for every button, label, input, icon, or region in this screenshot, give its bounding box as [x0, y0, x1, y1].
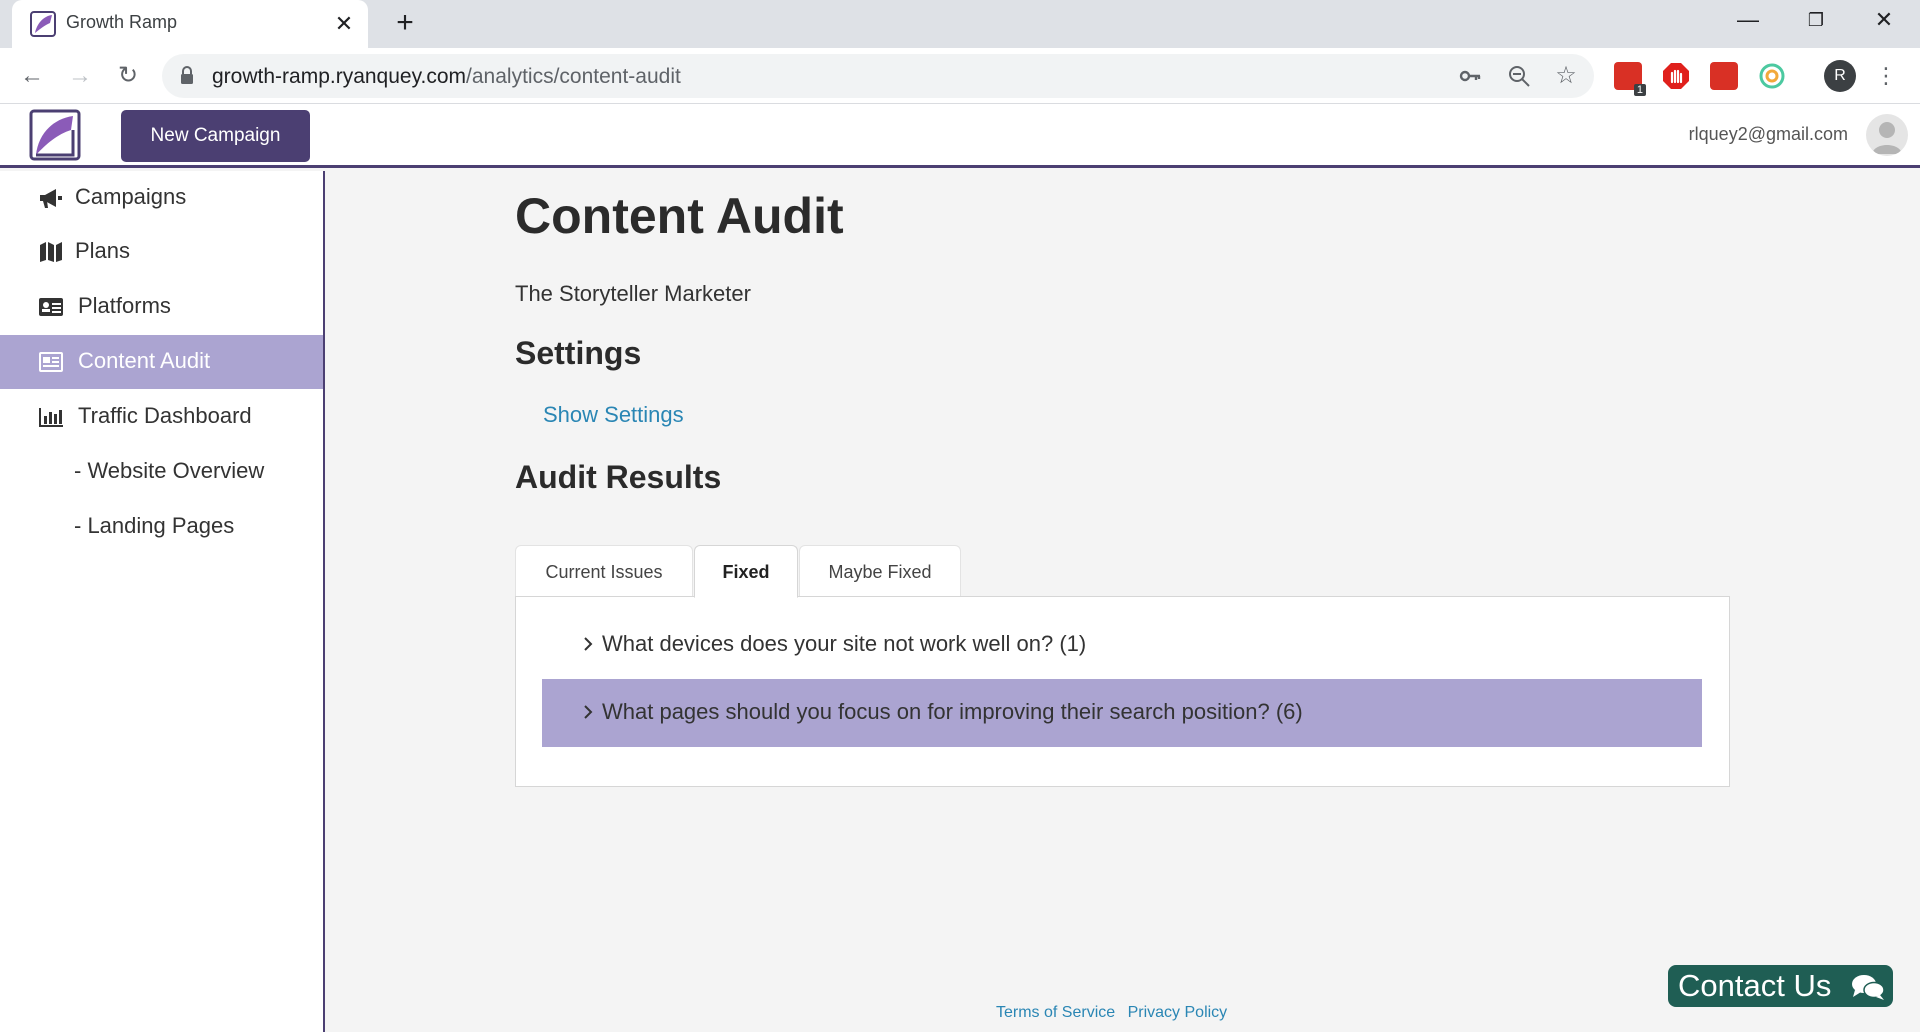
audit-results-panel: What devices does your site not work wel…	[515, 596, 1730, 787]
sidebar-item-plans[interactable]: Plans	[0, 225, 323, 279]
question-row-highlighted[interactable]: What pages should you focus on for impro…	[542, 679, 1702, 747]
extension-target-icon[interactable]	[1758, 62, 1786, 90]
sidebar-item-traffic-dashboard[interactable]: Traffic Dashboard	[0, 390, 323, 444]
tab-fixed[interactable]: Fixed	[694, 545, 798, 598]
chat-bubbles-icon	[1852, 975, 1885, 1000]
sidebar-item-platforms[interactable]: Platforms	[0, 280, 323, 334]
adblock-icon[interactable]	[1662, 62, 1690, 90]
close-tab-icon[interactable]: ✕	[330, 10, 358, 38]
sidebar-subitem-website-overview[interactable]: - Website Overview	[74, 444, 314, 498]
map-icon	[40, 242, 62, 262]
extension-red-icon[interactable]	[1710, 62, 1738, 90]
zoom-out-icon[interactable]	[1507, 64, 1531, 88]
sidebar-item-label: Content Audit	[78, 348, 211, 373]
sidebar-item-content-audit[interactable]: Content Audit	[0, 335, 323, 389]
sidebar-item-label: Platforms	[78, 293, 171, 318]
tab-title: Growth Ramp	[66, 12, 178, 32]
bar-chart-icon	[39, 408, 63, 427]
extension-todo-icon[interactable]: 1	[1614, 62, 1646, 96]
restore-icon[interactable]: ❐	[1782, 0, 1850, 40]
new-tab-icon[interactable]: +	[390, 8, 420, 39]
newspaper-icon	[39, 352, 63, 372]
tab-current-issues[interactable]: Current Issues	[515, 545, 693, 597]
sidebar-subitem-landing-pages[interactable]: - Landing Pages	[74, 499, 314, 553]
lock-icon	[181, 66, 193, 84]
terms-of-service-link[interactable]: Terms of Service	[996, 1004, 1115, 1021]
chevron-right-icon	[584, 637, 593, 651]
extension-badge: 1	[1633, 84, 1646, 96]
url-path: /analytics/content-audit	[466, 65, 681, 88]
privacy-policy-link[interactable]: Privacy Policy	[1128, 1004, 1228, 1021]
user-email[interactable]: rlquey2@gmail.com	[1689, 124, 1848, 145]
audit-results-heading: Audit Results	[515, 459, 722, 495]
question-text: What pages should you focus on for impro…	[602, 699, 1303, 724]
tab-maybe-fixed[interactable]: Maybe Fixed	[799, 545, 961, 597]
growth-ramp-favicon	[30, 11, 56, 37]
user-avatar-icon[interactable]	[1866, 114, 1908, 156]
browser-toolbar: ← → ↻ growth-ramp.ryanquey.com/analytics…	[0, 48, 1920, 104]
url-domain: growth-ramp.ryanquey.com	[212, 65, 467, 88]
key-icon[interactable]	[1458, 64, 1482, 88]
growth-ramp-logo[interactable]	[28, 108, 82, 162]
bookmark-star-icon[interactable]: ☆	[1554, 64, 1578, 88]
address-bar[interactable]: growth-ramp.ryanquey.com/analytics/conte…	[162, 54, 1594, 98]
chevron-right-icon	[584, 705, 593, 719]
sidebar-item-campaigns[interactable]: Campaigns	[0, 171, 323, 225]
show-settings-link[interactable]: Show Settings	[543, 402, 684, 428]
new-campaign-button[interactable]: New Campaign	[121, 110, 310, 162]
back-icon[interactable]: ←	[14, 58, 50, 94]
url-text: growth-ramp.ryanquey.com/analytics/conte…	[212, 65, 681, 89]
contact-us-label: Contact Us	[1678, 968, 1832, 1003]
sidebar-item-label: Campaigns	[75, 184, 187, 209]
app-header: New Campaign rlquey2@gmail.com	[0, 104, 1920, 168]
question-text: What devices does your site not work wel…	[602, 631, 1087, 656]
reload-icon[interactable]: ↻	[110, 58, 146, 94]
window-close-icon[interactable]: ✕	[1850, 0, 1918, 40]
site-name: The Storyteller Marketer	[515, 281, 751, 306]
question-row[interactable]: What devices does your site not work wel…	[542, 611, 1702, 679]
page-title: Content Audit	[515, 188, 844, 244]
browser-menu-icon[interactable]: ⋮	[1874, 60, 1898, 92]
settings-heading: Settings	[515, 335, 642, 371]
main-content: Content Audit The Storyteller Marketer S…	[327, 171, 1920, 1032]
megaphone-icon	[40, 189, 62, 208]
browser-tabstrip: Growth Ramp ✕ + — ❐ ✕	[0, 0, 1920, 48]
profile-avatar[interactable]: R	[1824, 60, 1856, 92]
sidebar-item-label: Traffic Dashboard	[78, 403, 252, 428]
minimize-icon[interactable]: —	[1714, 0, 1782, 40]
sidebar: Campaigns Plans Platforms Content Audit	[0, 171, 325, 1032]
id-card-icon	[39, 298, 63, 316]
browser-tab[interactable]: Growth Ramp ✕	[12, 0, 368, 48]
contact-us-button[interactable]: Contact Us	[1668, 965, 1893, 1007]
sidebar-item-label: Plans	[75, 238, 131, 263]
footer-links: Terms of Service Privacy Policy	[996, 1004, 1235, 1022]
forward-icon[interactable]: →	[62, 58, 98, 94]
